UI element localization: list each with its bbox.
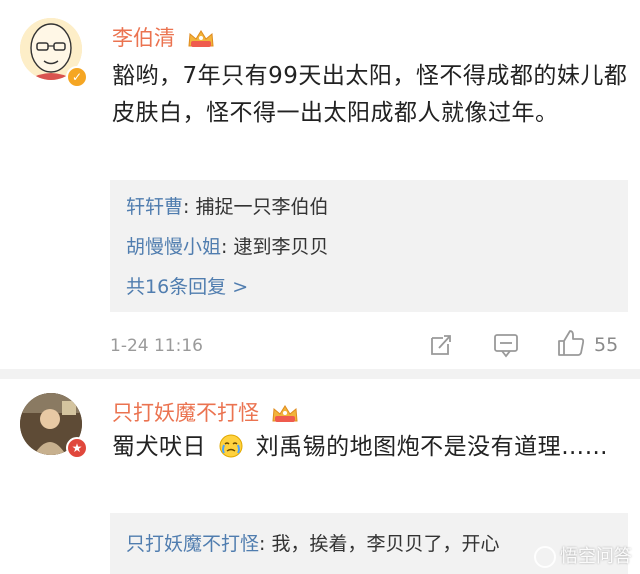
thumbs-up-icon[interactable]	[556, 328, 586, 358]
wukong-logo-icon	[534, 546, 556, 568]
divider	[0, 369, 640, 379]
reply-text: : 捕捉一只李伯伯	[183, 196, 329, 218]
username[interactable]: 只打妖魔不打怪	[112, 401, 259, 425]
reply-text: : 逮到李贝贝	[221, 236, 329, 258]
reply-item[interactable]: 胡慢慢小姐: 逮到李贝贝	[126, 232, 328, 259]
comment-icon[interactable]	[492, 332, 520, 358]
crying-emoji-icon	[219, 434, 243, 458]
reply-item[interactable]: 只打妖魔不打怪: 我，挨着，李贝贝了，开心	[126, 529, 499, 556]
repost-icon[interactable]	[428, 332, 454, 358]
watermark: 悟空问答	[534, 542, 632, 568]
comment-text-part2: 刘禹锡的地图炮不是没有道理……	[255, 434, 609, 460]
reply-text: : 我，挨着，李贝贝了，开心	[259, 533, 500, 555]
reply-item[interactable]: 轩轩曹: 捕捉一只李伯伯	[126, 192, 328, 219]
verified-badge-icon: ✓	[66, 66, 88, 88]
reply-username[interactable]: 轩轩曹	[126, 196, 183, 218]
username-link[interactable]: 只打妖魔不打怪	[112, 397, 300, 427]
comment-text-part1: 蜀犬吠日	[112, 434, 206, 460]
comment-text: 蜀犬吠日 刘禹锡的地图炮不是没有道理……	[112, 429, 632, 466]
timestamp: 1-24 11:16	[110, 336, 203, 356]
comment-1: ✓ 李伯清 豁哟，7年只有99天出太阳，怪不得成都的妹儿都皮肤白，怪不得一出太阳…	[0, 0, 640, 368]
username[interactable]: 李伯清	[112, 26, 175, 50]
reply-username[interactable]: 只打妖魔不打怪	[126, 533, 259, 555]
reply-username[interactable]: 胡慢慢小姐	[126, 236, 221, 258]
verified-badge-icon: ★	[66, 437, 88, 459]
vip-crown-icon	[272, 405, 298, 422]
more-replies-link[interactable]: 共16条回复 >	[126, 272, 248, 299]
reply-section: 轩轩曹: 捕捉一只李伯伯 胡慢慢小姐: 逮到李贝贝 共16条回复 >	[110, 180, 628, 312]
comment-text: 豁哟，7年只有99天出太阳，怪不得成都的妹儿都皮肤白，怪不得一出太阳成都人就像过…	[112, 63, 628, 126]
watermark-text: 悟空问答	[560, 546, 632, 567]
username-link[interactable]: 李伯清	[112, 22, 216, 52]
like-count: 55	[594, 334, 619, 356]
vip-crown-icon	[188, 30, 214, 47]
